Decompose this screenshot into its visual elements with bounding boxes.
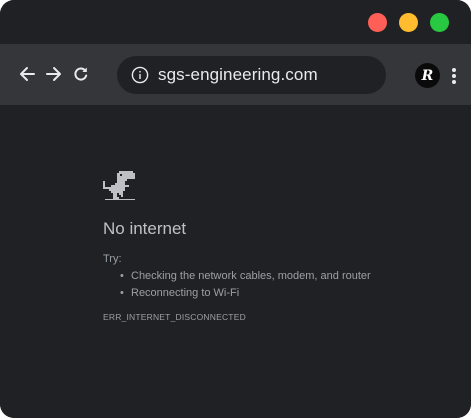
list-item: • Checking the network cables, modem, an…	[120, 268, 371, 285]
reload-icon	[74, 67, 88, 81]
profile-initial: R	[421, 67, 434, 84]
suggestion-list: • Checking the network cables, modem, an…	[120, 268, 371, 302]
dino-icon	[103, 171, 135, 200]
reload-button[interactable]	[71, 64, 91, 84]
close-window-button[interactable]	[368, 13, 387, 32]
more-vert-icon[interactable]	[449, 66, 459, 86]
browser-toolbar: sgs-engineering.com R	[0, 44, 471, 105]
error-code: ERR_INTERNET_DISCONNECTED	[103, 312, 246, 322]
info-icon[interactable]	[131, 66, 149, 84]
back-button[interactable]	[17, 64, 37, 84]
minimize-window-button[interactable]	[399, 13, 418, 32]
zoom-window-button[interactable]	[430, 13, 449, 32]
error-title: No internet	[103, 219, 187, 238]
bullet: •	[120, 270, 124, 282]
browser-window: sgs-engineering.com R No internet Try: •…	[0, 0, 471, 418]
address-bar[interactable]: sgs-engineering.com	[117, 56, 386, 94]
url-text[interactable]: sgs-engineering.com	[158, 65, 318, 85]
forward-button[interactable]	[44, 64, 64, 84]
arrow-left-icon	[20, 67, 35, 81]
title-bar	[0, 0, 471, 44]
error-page: No internet Try: • Checking the network …	[0, 105, 471, 418]
arrow-right-icon	[46, 67, 61, 81]
try-label: Try:	[103, 253, 122, 265]
profile-avatar[interactable]: R	[415, 63, 440, 88]
suggestion-text: Checking the network cables, modem, and …	[131, 270, 371, 282]
list-item: • Reconnecting to Wi-Fi	[120, 285, 371, 302]
suggestion-text: Reconnecting to Wi-Fi	[131, 287, 240, 299]
bullet: •	[120, 287, 124, 299]
